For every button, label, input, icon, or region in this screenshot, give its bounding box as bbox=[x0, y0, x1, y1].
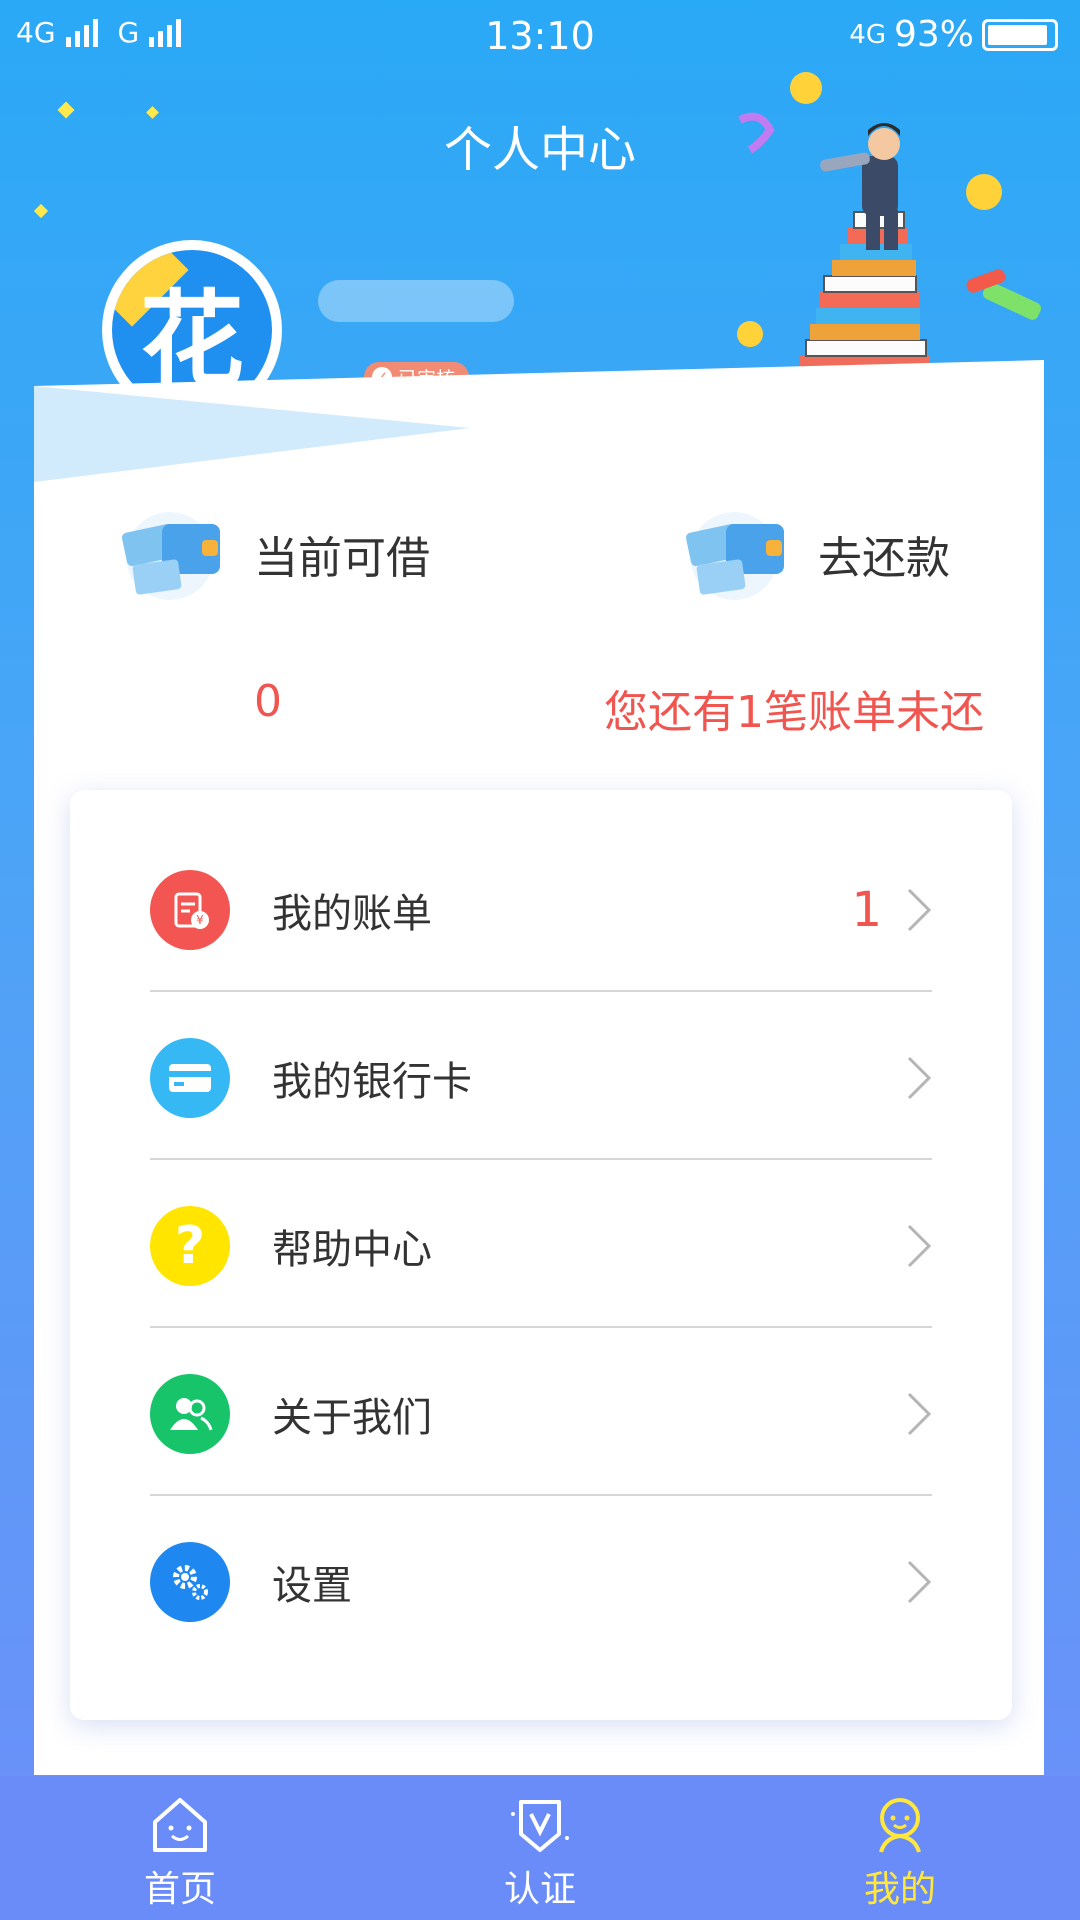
badge-label: 已审核 bbox=[398, 367, 456, 390]
bottom-tab-bar: 首页 认证 我的 bbox=[0, 1776, 1080, 1920]
menu-item-about-us[interactable]: 关于我们 bbox=[150, 1330, 932, 1498]
borrow-available[interactable]: 当前可借 bbox=[104, 506, 430, 602]
svg-text:¥: ¥ bbox=[196, 913, 204, 927]
telescope-man-illustration bbox=[737, 72, 1042, 372]
tab-label: 首页 bbox=[143, 1869, 216, 1910]
home-icon bbox=[153, 1798, 207, 1852]
avatar[interactable]: 花 bbox=[102, 240, 282, 420]
profile-icon bbox=[879, 1798, 921, 1853]
chevron-right-icon bbox=[907, 1224, 932, 1268]
check-icon: ✓ bbox=[372, 367, 392, 387]
bank-card-icon bbox=[150, 1038, 230, 1118]
wallet-icon bbox=[121, 512, 220, 600]
gear-icon bbox=[150, 1542, 230, 1622]
bill-count: 1 bbox=[851, 882, 882, 938]
status-badge: ✓ 已审核 bbox=[364, 362, 470, 392]
avatar-logo: 花 bbox=[112, 250, 272, 410]
tab-label: 我的 bbox=[863, 1869, 936, 1910]
chevron-right-icon bbox=[907, 888, 932, 932]
sparkle-icon bbox=[33, 203, 49, 219]
tab-verify[interactable]: 认证 bbox=[360, 1776, 720, 1920]
tab-mine[interactable]: 我的 bbox=[720, 1776, 1080, 1920]
borrow-label: 当前可借 bbox=[254, 533, 430, 584]
menu-item-bank-cards[interactable]: 我的银行卡 bbox=[150, 994, 932, 1162]
menu-item-label: 我的账单 bbox=[272, 891, 432, 937]
users-icon bbox=[150, 1374, 230, 1454]
divider bbox=[150, 990, 932, 992]
borrow-amount: 0 bbox=[254, 676, 282, 727]
repay-label: 去还款 bbox=[818, 533, 950, 584]
chevron-right-icon bbox=[907, 1056, 932, 1100]
repay-button[interactable]: 去还款 bbox=[668, 506, 950, 602]
battery-icon bbox=[982, 18, 1058, 51]
verify-icon bbox=[511, 1800, 569, 1852]
battery-percent: 93% bbox=[893, 14, 974, 55]
battery-indicators: 4G 93% bbox=[849, 14, 1058, 55]
network-type-label-3: 4G bbox=[849, 19, 886, 50]
menu-item-label: 帮助中心 bbox=[272, 1227, 432, 1273]
chevron-right-icon bbox=[907, 1392, 932, 1436]
wallet-icon bbox=[685, 512, 784, 600]
menu-item-label: 设置 bbox=[272, 1563, 352, 1609]
bill-icon: ¥ bbox=[150, 870, 230, 950]
divider bbox=[150, 1326, 932, 1328]
repay-reminder: 您还有1笔账单未还 bbox=[604, 687, 984, 738]
divider bbox=[150, 1494, 932, 1496]
menu-item-my-bills[interactable]: ¥ 我的账单 1 bbox=[150, 826, 932, 994]
menu-item-label: 我的银行卡 bbox=[272, 1059, 472, 1105]
username-placeholder bbox=[318, 280, 514, 322]
chevron-right-icon bbox=[907, 1560, 932, 1604]
tab-label: 认证 bbox=[503, 1869, 576, 1910]
menu-card: ¥ 我的账单 1 我的银行卡 ? 帮助中心 关于我们 设置 bbox=[70, 790, 1012, 1720]
menu-item-settings[interactable]: 设置 bbox=[150, 1498, 932, 1666]
tab-home[interactable]: 首页 bbox=[0, 1776, 360, 1920]
divider bbox=[150, 1158, 932, 1160]
menu-item-label: 关于我们 bbox=[272, 1395, 432, 1441]
question-icon: ? bbox=[150, 1206, 230, 1286]
menu-item-help-center[interactable]: ? 帮助中心 bbox=[150, 1162, 932, 1330]
